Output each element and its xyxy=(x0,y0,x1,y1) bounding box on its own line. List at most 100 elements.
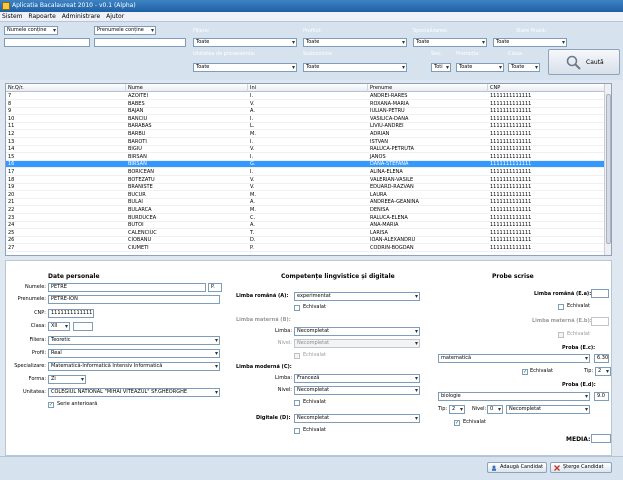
romana-a-select[interactable]: experimentat xyxy=(294,292,420,301)
filiera-select[interactable]: Toate xyxy=(193,38,297,47)
profil-detail-select[interactable]: Real xyxy=(48,349,220,358)
row-cnp: 1111111111111 xyxy=(490,191,532,198)
table-row[interactable]: 20 BUCUR M. LAURA 1111111111111 xyxy=(6,192,606,199)
table-row[interactable]: 21 BULAI A. ANDREEA-GEANINA 1111111111111 xyxy=(6,199,606,207)
serie-anterioara-checkbox[interactable] xyxy=(48,402,54,408)
column-prenume[interactable]: Prenume xyxy=(368,84,488,92)
unitatea-select[interactable]: COLEGIUL NATIONAL "MIHAI VITEAZUL" SF.GH… xyxy=(48,388,220,397)
proba-ed-select[interactable]: biologie xyxy=(438,392,590,401)
scrollbar-thumb[interactable] xyxy=(606,94,611,244)
table-row[interactable]: 9 BĂJAN A. IULIAN-PETRU 1111111111111 xyxy=(6,108,606,116)
table-row[interactable]: 8 BABES V. ROXANA-MARIA 1111111111111 xyxy=(6,101,606,108)
proba-ec-echivalat-checkbox[interactable] xyxy=(522,369,528,375)
table-row[interactable]: 19 BRANISTE V. EDUARD-RĂZVAN 1111111111111 xyxy=(6,184,606,192)
proba-ec-nota-input[interactable]: 6.30 xyxy=(594,354,609,363)
moderna-echivalat-checkbox[interactable] xyxy=(294,400,300,406)
column-ini[interactable]: Ini xyxy=(248,84,368,92)
table-row[interactable]: 24 BUTOI A. ANA-MARIA 1111111111111 xyxy=(6,222,606,230)
profil-select[interactable]: Toate xyxy=(303,38,407,47)
materna-nivel-select[interactable]: Necompletat xyxy=(294,339,420,348)
surname-search-input[interactable] xyxy=(94,38,186,47)
moderna-echivalat-label: Echivalat xyxy=(303,399,326,405)
media-input[interactable] xyxy=(591,434,611,443)
table-row[interactable]: 11 BARABAS L. LIVIU-ANDREI 1111111111111 xyxy=(6,123,606,131)
romana-ea-nota-input[interactable] xyxy=(591,289,609,298)
column-nr[interactable]: Nr.Q/r. xyxy=(6,84,126,92)
promotie-select[interactable]: Toate xyxy=(456,63,504,72)
unitate-select[interactable]: Toate xyxy=(193,63,297,72)
table-row[interactable]: 15 BÎRSAN I. JÁNOS 1111111111111 xyxy=(6,154,606,161)
table-row[interactable]: 26 CIOBANU D. IOAN-ALEXANDRU 1111111111111 xyxy=(6,237,606,245)
table-row[interactable]: 27 CIUMETI P. CODRIN-BOGDAN 1111111111111 xyxy=(6,245,606,252)
moderna-nivel-select[interactable]: Necompletat xyxy=(294,386,420,395)
menu-rapoarte[interactable]: Rapoarte xyxy=(26,12,57,22)
table-row[interactable]: 10 BANCIU I. VASILICA-DANA 1111111111111 xyxy=(6,116,606,123)
menu-bar: Sistem Rapoarte Administrare Ajutor xyxy=(0,12,623,22)
table-row[interactable]: 17 BORICEAN I. ALINA-ELENA 1111111111111 xyxy=(6,169,606,176)
nume-input[interactable]: PETRE xyxy=(48,283,206,292)
row-prenume: LAURA xyxy=(370,191,387,198)
table-scrollbar[interactable] xyxy=(604,84,611,255)
specializare-select[interactable]: Toate xyxy=(413,38,487,47)
table-row[interactable]: 22 BULARCA M. DENISA 1111111111111 xyxy=(6,207,606,214)
moderna-limba-select[interactable]: Franceză xyxy=(294,374,420,383)
row-ini: P. xyxy=(250,245,254,251)
forma-select[interactable]: Zi xyxy=(48,375,86,384)
row-nume: BRANISTE xyxy=(128,184,153,191)
digitale-select[interactable]: Necompletat xyxy=(294,414,420,423)
proba-ed-nivel-select[interactable]: 0 xyxy=(487,405,503,414)
cnp-input[interactable]: 1111111111111 xyxy=(48,309,94,318)
table-row[interactable]: 23 BURDUCEA C. RALUCA-ELENA 1111111111111 xyxy=(6,215,606,222)
column-cnp[interactable]: CNP xyxy=(488,84,606,92)
materna-eb-echivalat-checkbox[interactable] xyxy=(558,332,564,338)
candidates-table[interactable]: Nr.Q/r. Nume Ini Prenume CNP 7 AZOITEI I. A… xyxy=(5,83,612,256)
materna-echivalat-checkbox[interactable] xyxy=(294,353,300,359)
menu-ajutor[interactable]: Ajutor xyxy=(104,12,126,22)
search-button[interactable]: Caută xyxy=(548,49,620,75)
column-nume[interactable]: Nume xyxy=(126,84,248,92)
table-row[interactable]: 25 CALENCIUC T. LARISA 1111111111111 xyxy=(6,230,606,237)
clasa-select[interactable]: XII xyxy=(48,322,70,331)
table-row[interactable]: 13 BAROTI I. ISTVAN 1111111111111 xyxy=(6,139,606,146)
name-condition-select[interactable]: Numele conține xyxy=(4,26,58,35)
proba-ec-select[interactable]: matematică xyxy=(438,354,590,363)
digitale-echivalat-checkbox[interactable] xyxy=(294,428,300,434)
forma-label: Forma: xyxy=(28,376,46,382)
proba-ed-tip-select[interactable]: 2 xyxy=(449,405,465,414)
moderna-c-label: Limba modernă (C): xyxy=(236,364,292,370)
proba-ed-nivel-extra-select[interactable]: Necompletat xyxy=(506,405,590,414)
surname-condition-select[interactable]: Prenumele conține xyxy=(94,26,156,35)
materna-limba-select[interactable]: Necompletat xyxy=(294,327,420,336)
add-candidate-button[interactable]: Adaugă Candidat xyxy=(487,462,547,473)
table-row[interactable]: 7 AZOITEI I. ANDREI-RARES 1111111111111 xyxy=(6,93,606,100)
specializare-detail-select[interactable]: Matematică-Informatică Intensiv Informat… xyxy=(48,362,220,371)
candidate-details-panel: Date personale Numele: PETRE P. Prenumel… xyxy=(5,260,612,456)
filiera-detail-select[interactable]: Teoretic xyxy=(48,336,220,345)
row-nume: BARBU xyxy=(128,131,146,137)
clasa-litera-input[interactable] xyxy=(73,322,93,331)
stare-finala-label: Stare finală: xyxy=(516,28,547,34)
table-row[interactable]: 16 BÎRSAN G. DANA-STEFANA 1111111111111 xyxy=(6,161,606,169)
menu-sistem[interactable]: Sistem xyxy=(0,12,25,22)
table-row[interactable]: 18 BOTEZATU V. VALERIAN-VASILE 1111111111111 xyxy=(6,177,606,184)
clasa-filter-select[interactable]: Toate xyxy=(508,63,540,72)
romana-a-echivalat-checkbox[interactable] xyxy=(294,305,300,311)
initiala-input[interactable]: P. xyxy=(208,283,222,292)
stare-finala-select[interactable]: Toate xyxy=(493,38,567,47)
proba-ed-nota-input[interactable]: 9.0 xyxy=(594,392,609,401)
clasa-label: Clasa: xyxy=(508,51,524,57)
menu-administrare[interactable]: Administrare xyxy=(60,12,102,22)
proba-ed-echivalat-checkbox[interactable] xyxy=(454,420,460,426)
romana-ea-echivalat-checkbox[interactable] xyxy=(558,304,564,310)
subcomisie-select[interactable]: Toate xyxy=(303,63,407,72)
materna-eb-nota-input[interactable] xyxy=(591,317,609,326)
proba-ec-tip-select[interactable]: 2 xyxy=(595,367,611,376)
row-nume: AZOITEI xyxy=(128,93,148,99)
delete-candidate-button[interactable]: Șterge Candidat xyxy=(550,462,612,473)
name-search-input[interactable] xyxy=(4,38,90,47)
table-row[interactable]: 14 BÎGIU V. RALUCA-PETRUTA 1111111111111 xyxy=(6,146,606,154)
row-ini: M. xyxy=(250,207,256,213)
sex-select[interactable]: Toti xyxy=(431,63,451,72)
prenume-input[interactable]: PETRE-ION xyxy=(48,295,220,304)
table-row[interactable]: 12 BARBU M. ADRIAN 1111111111111 xyxy=(6,131,606,138)
